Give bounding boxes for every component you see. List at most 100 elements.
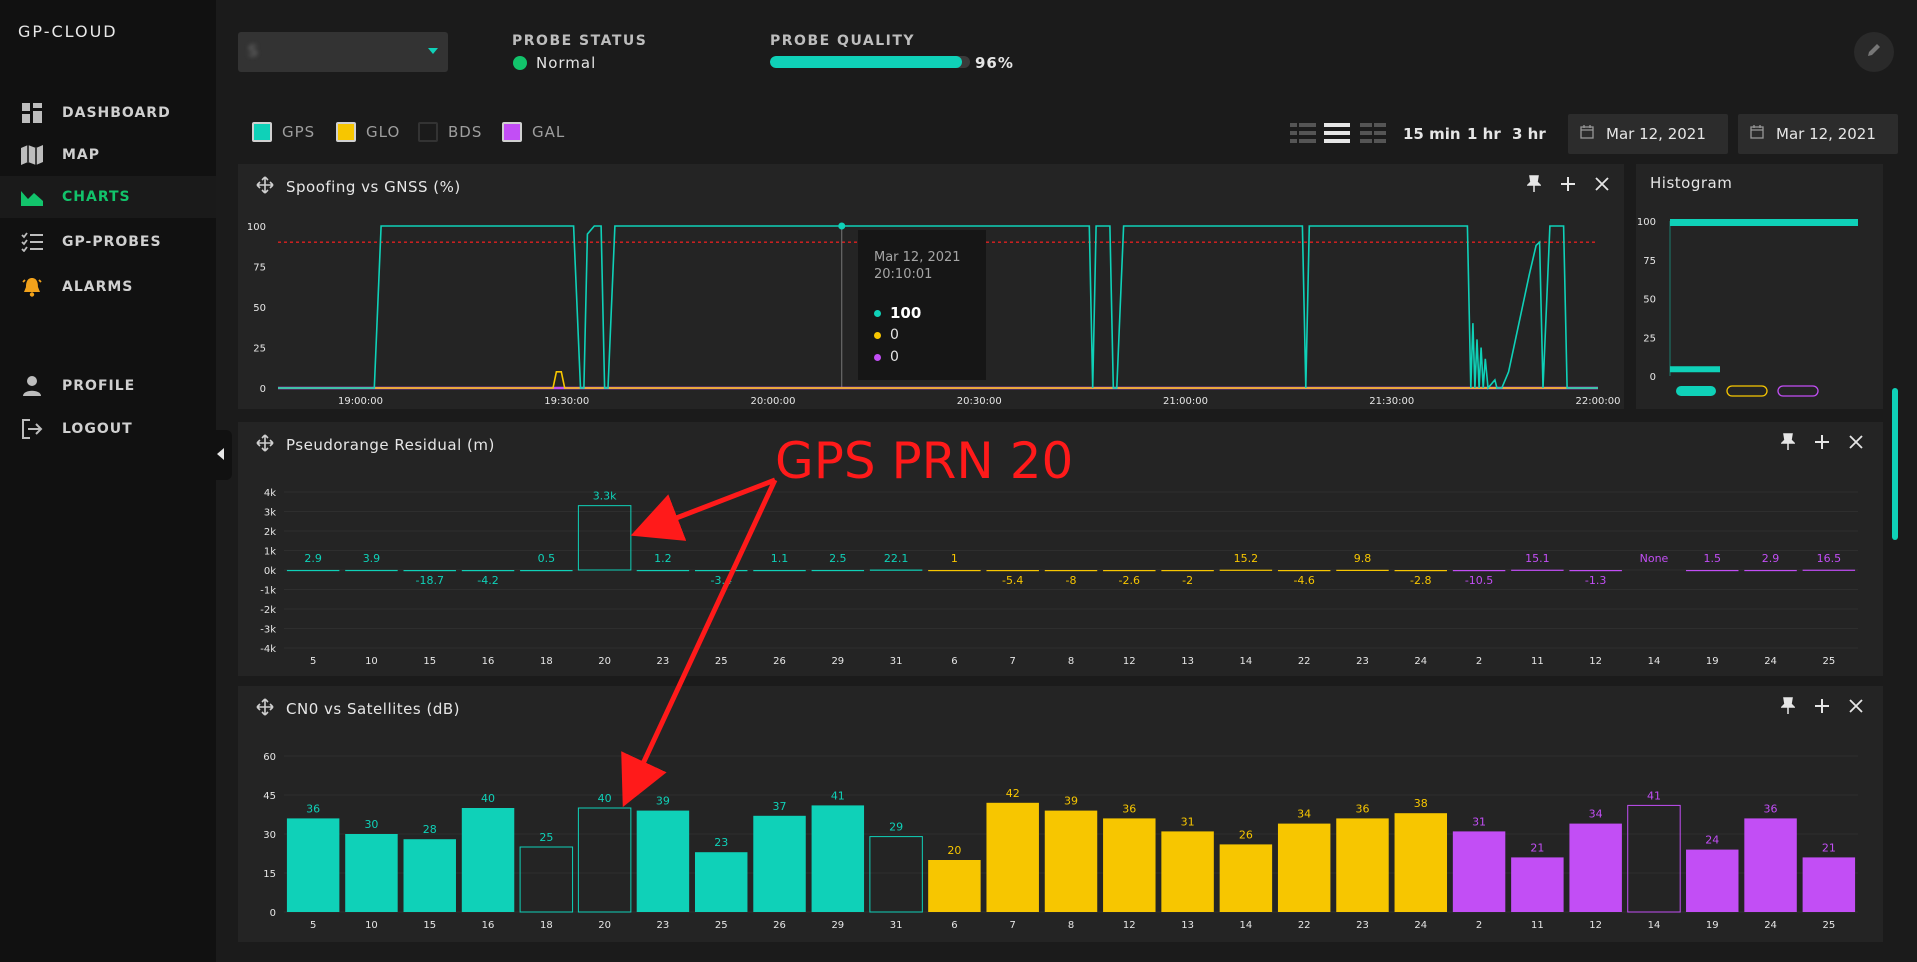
annotation-label: GPS PRN 20 [775,432,1074,490]
tooltip-row-glo: 0 [874,327,899,343]
data-label: 36 [1764,802,1778,815]
y-tick-label: 2k [264,527,276,538]
data-label: 29 [889,821,903,834]
sidebar-item-profile[interactable]: PROFILE [0,365,216,407]
y-tick-label: 45 [263,791,276,802]
bar [1336,818,1389,912]
y-tick-label: -4k [260,644,276,655]
bar [1336,569,1389,572]
data-label: -4.2 [477,574,498,587]
x-tick-label: 24 [1764,656,1777,667]
bar [1744,818,1797,912]
logout-icon [20,417,44,441]
bar [1394,570,1448,572]
y-tick-label: 50 [1643,295,1656,306]
bar [1219,569,1273,571]
sidebar-item-gp-probes[interactable]: GP-PROBES [0,221,216,263]
bar [636,569,690,572]
calendar-icon [1750,125,1764,143]
x-tick-label: 29 [831,656,844,667]
x-tick-label: 14 [1648,920,1661,931]
histogram-bar [1670,366,1720,373]
bar [811,805,865,912]
data-label: 34 [1297,808,1311,821]
status-dot-icon [513,56,527,70]
bar [1452,570,1506,572]
cno-chart[interactable]: 0153045603653010281540162518402039232325… [238,686,1883,942]
data-label: 3.3k [593,490,617,503]
x-tick-label: 5 [310,920,316,931]
layout-rows-icon[interactable] [1324,122,1350,144]
filter-gps[interactable]: GPS [252,122,315,142]
data-label: -5.4 [1002,574,1023,587]
x-tick-label: 29 [831,920,844,931]
x-tick-label: 20 [598,656,611,667]
y-tick-label: 75 [253,263,266,274]
x-tick-label: 24 [1414,656,1427,667]
x-tick-label: 23 [657,920,670,931]
filter-glo[interactable]: GLO [336,122,400,142]
x-tick-label: 22 [1298,656,1311,667]
y-tick-label: -2k [260,605,276,616]
layout-tiles-icon[interactable] [1360,122,1386,144]
layout-grid-icon[interactable] [1290,122,1316,144]
edit-button[interactable] [1854,32,1894,72]
dot-icon [874,353,881,361]
histogram-chart[interactable]: 0 25 50 75 100 [1636,164,1883,409]
data-label: 38 [1414,797,1428,810]
y-tick-label: 75 [1643,256,1656,267]
range-15min[interactable]: 15 min [1403,125,1461,143]
sidebar-item-dashboard[interactable]: DASHBOARD [0,92,216,134]
dot-icon [874,309,881,317]
bar [286,569,340,572]
sidebar-item-alarms[interactable]: ALARMS [0,266,216,308]
sidebar-collapse-button[interactable] [208,430,232,480]
data-label: 40 [598,792,612,805]
filter-gal[interactable]: GAL [502,122,565,142]
filter-bds[interactable]: BDS [418,122,482,142]
bar [461,808,515,912]
filter-label: GPS [282,123,316,141]
scrollbar[interactable] [1892,388,1898,540]
data-label: -1.3 [1585,574,1606,587]
filter-label: GAL [532,123,566,141]
y-tick-label: 1k [264,547,276,558]
data-label: 21 [1530,841,1544,854]
x-tick-label: 23 [657,656,670,667]
date-to-picker[interactable]: Mar 12, 2021 [1738,114,1898,154]
tooltip-value: 0 [890,349,899,365]
x-tick-label: 26 [773,656,786,667]
range-3hr[interactable]: 3 hr [1512,125,1546,143]
data-label: -3.4 [710,574,731,587]
bar [1686,849,1739,912]
x-tick-label: 12 [1123,920,1136,931]
bar [1044,810,1098,912]
user-icon [20,374,44,398]
x-tick-label: 12 [1589,656,1602,667]
legend-gps [1676,386,1716,396]
sidebar-item-charts[interactable]: CHARTS [0,176,216,218]
y-tick-label: 0k [264,566,276,577]
bar [403,839,456,912]
sidebar-item-label: LOGOUT [62,421,133,437]
x-tick-label: 24 [1764,920,1777,931]
bar [1569,570,1622,572]
date-from-picker[interactable]: Mar 12, 2021 [1568,114,1728,154]
sidebar-item-logout[interactable]: LOGOUT [0,408,216,450]
data-label: 21 [1822,841,1836,854]
y-tick-label: 25 [1643,333,1656,344]
probe-select[interactable]: S [238,32,448,72]
tooltip-row-gps: 100 [874,304,921,322]
sidebar-item-label: PROFILE [62,378,136,394]
bar [694,852,748,912]
sidebar-item-label: CHARTS [62,189,131,205]
probe-status-value: Normal [536,54,597,72]
x-tick-label: 18 [540,656,553,667]
range-1hr[interactable]: 1 hr [1467,125,1501,143]
data-label: 20 [947,844,961,857]
area-chart-icon [20,185,44,209]
bar [1103,818,1156,912]
data-label: 1.1 [771,552,789,565]
sidebar-item-map[interactable]: MAP [0,134,216,176]
data-label: 36 [306,802,320,815]
